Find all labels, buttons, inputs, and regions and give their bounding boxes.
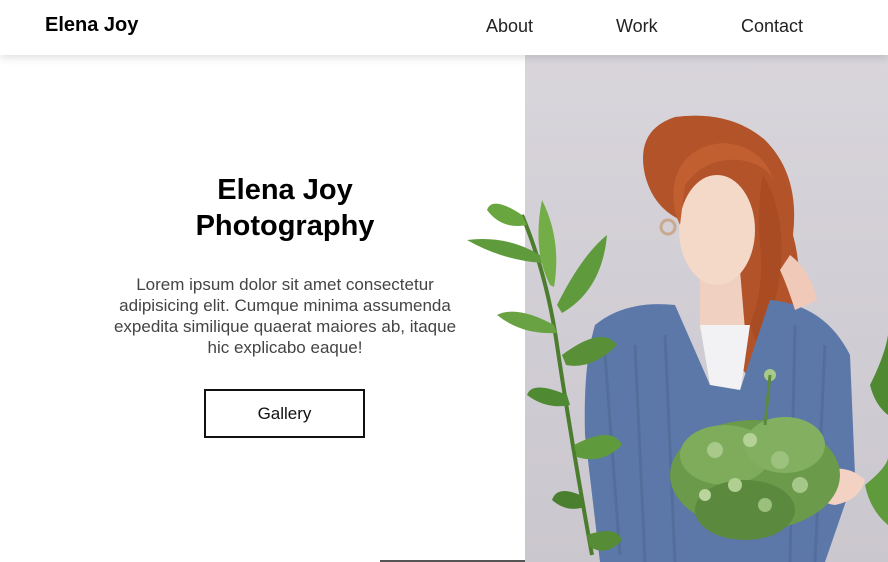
brand-logo-text[interactable]: Elena Joy xyxy=(45,14,138,37)
nav-link-contact[interactable]: Contact xyxy=(741,16,803,37)
hero-title: Elena Joy Photography xyxy=(110,172,460,244)
gallery-button[interactable]: Gallery xyxy=(204,389,365,438)
leaf-cluster-right xyxy=(865,335,888,525)
earring xyxy=(659,218,677,236)
top-navbar: Elena Joy About Work Contact xyxy=(0,0,888,55)
nav-link-work[interactable]: Work xyxy=(616,16,658,37)
hero-title-line2: Photography xyxy=(195,210,375,242)
hero-title-line1: Elena Joy xyxy=(217,174,353,206)
hero-text-section: Elena Joy Photography Lorem ipsum dolor … xyxy=(0,55,525,562)
hero-description: Lorem ipsum dolor sit amet consectetur a… xyxy=(113,275,457,357)
face xyxy=(679,175,755,285)
leaf-branch-left xyxy=(467,200,622,556)
nav-link-about[interactable]: About xyxy=(486,16,533,37)
